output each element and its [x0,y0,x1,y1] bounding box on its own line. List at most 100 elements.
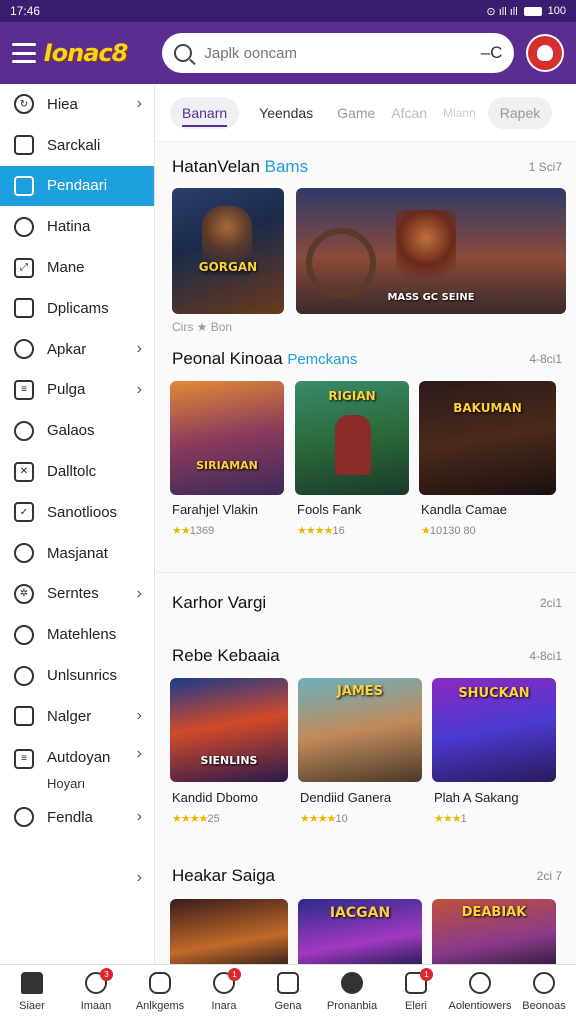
app-header: Ionac8 –C [0,22,576,84]
section-count: 4-8ci1 [529,649,562,663]
tab-game[interactable]: Game [333,97,379,129]
nav-item-aolentiowers[interactable]: Aolentiowers [448,965,512,1024]
game-tile[interactable]: DEABIAK [432,899,556,964]
notification-badge: 1 [420,968,433,981]
sidebar-item-serntes[interactable]: ✲ Serntes › [0,574,154,615]
tab-mlann[interactable]: Mlann [439,98,480,128]
notification-badge: 1 [228,968,241,981]
tab-banarn[interactable]: Banarn [170,96,240,129]
section-count: 4-8ci1 [529,352,562,366]
window-icon [14,298,34,319]
game-tile[interactable]: SHUCKAN [432,678,556,782]
sidebar-item-apkar[interactable]: Apkar › [0,329,154,370]
tab-afcan[interactable]: Afcan [387,97,431,129]
image-icon [14,175,34,196]
tile-rating: ★★★★16 [297,525,345,537]
section-hatanvelan: HatanVelan Bams 1 Sci7 [156,152,576,182]
battery-level: 100 [547,5,566,17]
chevron-right-icon: › [136,707,142,725]
game-tile[interactable]: IACGAN [298,899,422,964]
tab-rapek[interactable]: Rapek [487,96,553,129]
sidebar-item-fendla[interactable]: Fendla › [0,797,154,838]
section-title: Peonal Kinoaa Pemckans [172,349,358,368]
sidebar-item-hatina[interactable]: Hatina [0,206,154,247]
game-tile[interactable] [170,899,288,964]
sidebar-item-unlsunrics[interactable]: Unlsunrics [0,655,154,696]
section-count: 2ci1 [539,596,562,610]
tile-caption: Kandla Camae [421,502,507,517]
nav-item-pronanbia[interactable]: Pronanbia [320,965,384,1024]
nav-item-inara[interactable]: 1 Inara [192,965,256,1024]
microphone-icon[interactable]: –C [481,43,503,63]
sidebar-item-sanotlioos[interactable]: ✓ Sanotlioos [0,492,154,533]
search-input[interactable] [204,44,481,62]
sidebar-item-hiea[interactable]: ↻ Hiea › [0,84,154,125]
chevron-right-icon: › [136,868,142,886]
tile-caption: Farahjel Vlakin [172,502,258,517]
section-divider [156,572,576,573]
hamburger-menu-icon[interactable] [12,43,36,63]
nav-item-home[interactable]: Siaer [0,965,64,1024]
gauge-icon [14,420,34,441]
sidebar-more[interactable]: › [0,858,154,899]
section-header: Rebe Kebaaia 4-8ci1 [156,641,576,671]
section-heakar-saiga: Heakar Saiga 2ci 7 [156,861,576,891]
chevron-right-icon: › [136,744,142,762]
game-tile[interactable]: RIGIAN [295,381,409,495]
game-tile[interactable]: SIENLINS [170,678,288,782]
gear-icon: ✲ [14,583,34,604]
status-bar: 17:46 ⊙ ıll ıll 100 [0,0,576,22]
tile-caption: Fools Fank [297,502,362,517]
section-count: 1 Sci7 [528,160,562,174]
section-peonal-kinoaa: Peonal Kinoaa Pemckans 4-8ci1 [156,344,576,374]
tab-yeendas[interactable]: Yeendas [247,97,325,129]
sidebar-item-mane[interactable]: ⤢ Mane [0,247,154,288]
search-icon [469,972,491,994]
sidebar-item-dalltolc[interactable]: ✕ Dalltolc [0,451,154,492]
nav-item-gena[interactable]: Gena [256,965,320,1024]
sidebar-item-autdoyan[interactable]: ≡ Autdoyan Hoyarı › [0,737,154,797]
tile-caption: Dendiid Ganera [300,790,392,805]
section-title: HatanVelan Bams [172,157,309,176]
controller-icon [149,972,171,994]
nav-item-beonoas[interactable]: Beonoas [512,965,576,1024]
tile-rating: ★★★1 [434,813,467,825]
avatar[interactable] [526,34,565,72]
app-logo[interactable]: Ionac8 [44,39,153,67]
feather-icon [14,624,34,645]
sidebar-item-galaos[interactable]: Galaos [0,410,154,451]
sidebar-item-matehlens[interactable]: Matehlens [0,614,154,655]
sidebar-item-dplicams[interactable]: Dplicams [0,288,154,329]
home-icon [21,972,43,994]
check-box-icon: ✓ [14,502,34,523]
section-title: Karhor Vargi [172,593,267,612]
bottom-navigation: Siaer 3 Imaan Anlkgems 1 Inara Gena Pronan… [0,964,576,1024]
building-icon [14,706,34,727]
chevron-right-icon: › [136,95,142,113]
document-icon [277,972,299,994]
sidebar-item-sarckali[interactable]: Sarckali [0,125,154,166]
tab-bar: Banarn Yeendas Game Afcan Mlann Rapek [156,84,576,142]
tile-caption: Plah A Sakang [434,790,519,805]
chevron-right-icon: › [136,808,142,826]
nav-item-imaan[interactable]: 3 Imaan [64,965,128,1024]
section-rebe-kebaaia: Rebe Kebaaia 4-8ci1 [156,641,576,671]
game-tile[interactable]: BAKUMAN [419,381,556,495]
search-icon [14,339,34,360]
tile-rating: ★★★★25 [172,813,220,825]
search-bar[interactable]: –C [162,33,515,73]
nav-item-anlkgems[interactable]: Anlkgems [128,965,192,1024]
game-tile-featured[interactable]: MASS GC SEINE [296,188,566,314]
sidebar-item-nalger[interactable]: Nalger › [0,696,154,737]
sidebar-item-masjanat[interactable]: Masjanat [0,533,154,574]
status-time: 17:46 [10,4,41,18]
nav-item-eleri[interactable]: 1 Eleri [384,965,448,1024]
section-header: Heakar Saiga 2ci 7 [156,861,576,891]
sidebar-item-pendaari[interactable]: Pendaari [0,165,154,207]
game-tile[interactable]: GORGAN [172,188,284,314]
section-header: HatanVelan Bams 1 Sci7 [156,152,576,182]
list-icon: ≡ [14,379,34,400]
game-tile[interactable]: JAMES [298,678,422,782]
game-tile[interactable]: SIRIAMAN [170,381,284,495]
sidebar-item-pulga[interactable]: ≡ Pulga › [0,370,154,411]
